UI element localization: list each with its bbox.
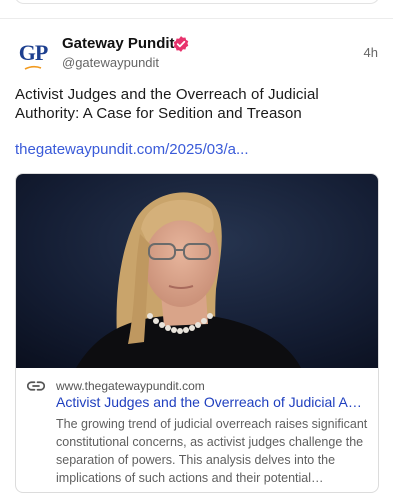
author-handle[interactable]: @gatewaypundit — [62, 55, 159, 70]
avatar-initials: GP — [18, 39, 49, 65]
link-preview-card[interactable]: www.thegatewaypundit.com Activist Judges… — [15, 173, 379, 493]
link-preview-description: The growing trend of judicial overreach … — [56, 417, 368, 485]
author-avatar[interactable]: GP — [15, 38, 51, 74]
link-icon — [27, 381, 45, 391]
author-name[interactable]: Gateway Pundit — [62, 35, 175, 52]
post-text: Activist Judges and the Overreach of Jud… — [15, 86, 319, 122]
link-preview-domain: www.thegatewaypundit.com — [56, 379, 205, 393]
post-link[interactable]: thegatewaypundit.com/2025/03/a... — [15, 141, 249, 158]
link-preview-body: www.thegatewaypundit.com Activist Judges… — [16, 368, 378, 492]
post-timestamp[interactable]: 4h — [364, 45, 378, 60]
previous-post-card-edge — [14, 0, 380, 4]
avatar-swoosh-icon — [24, 65, 42, 70]
verified-badge-icon — [173, 36, 189, 52]
link-preview-image — [16, 174, 378, 368]
post-divider — [0, 18, 393, 19]
link-preview-title[interactable]: Activist Judges and the Overreach of Jud… — [56, 394, 368, 410]
